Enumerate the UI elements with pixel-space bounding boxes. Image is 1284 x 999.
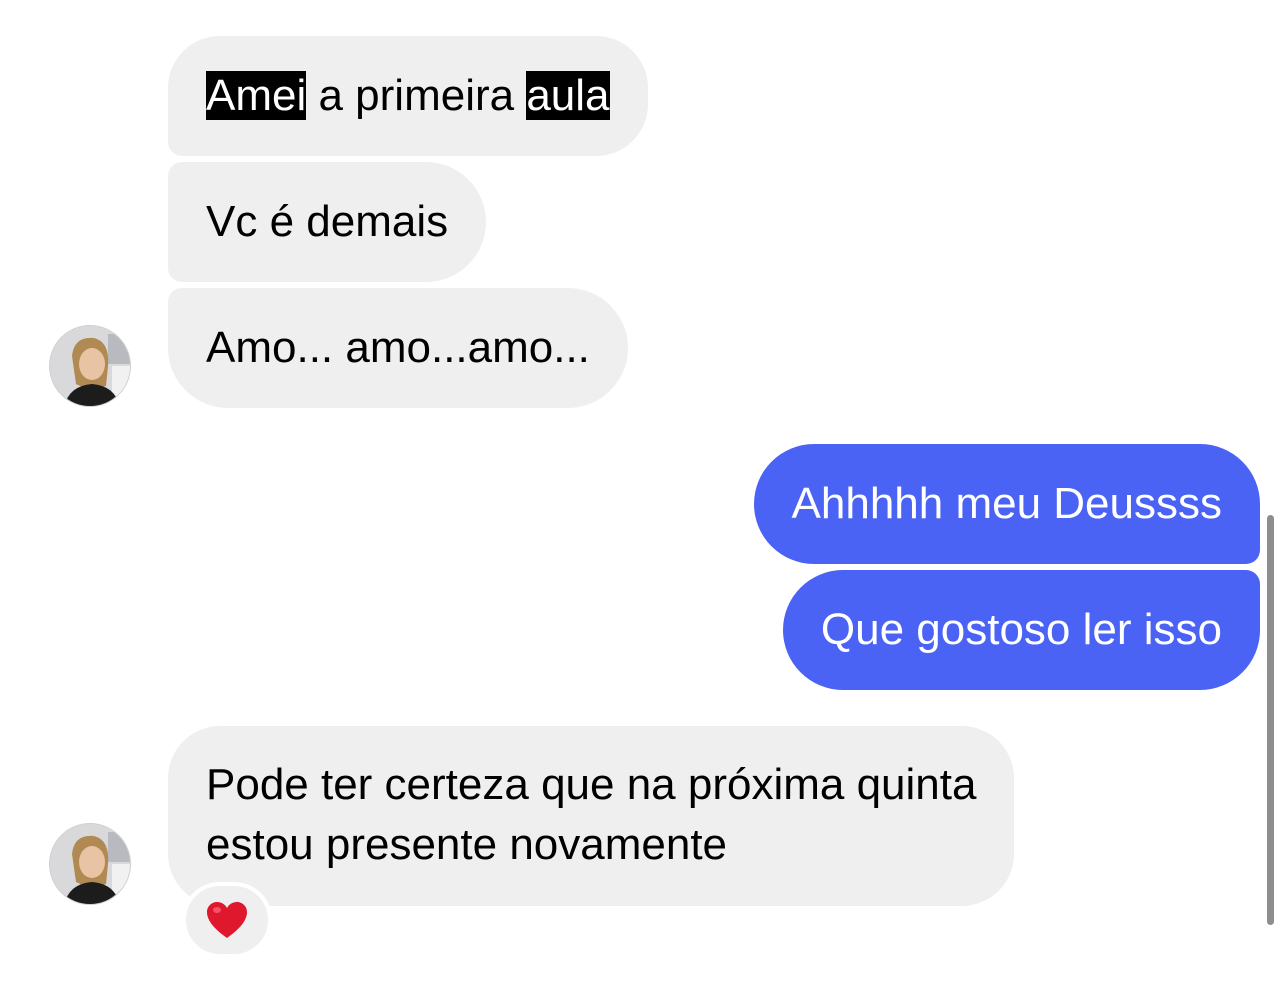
outgoing-message[interactable]: Ahhhhh meu Deussss (753, 444, 1260, 564)
reaction-badge[interactable] (182, 882, 272, 958)
incoming-message[interactable]: Pode ter certeza que na próxima quinta e… (168, 726, 1015, 906)
avatar[interactable] (49, 823, 131, 905)
highlighted-word: Amei (206, 71, 307, 120)
avatar-photo-icon (50, 326, 130, 406)
chat-thread: Amei a primeira aula Vc é demais Amo... … (0, 0, 1284, 999)
message-text: Vc é demais (206, 197, 449, 246)
message-text: Amo... amo...amo... (206, 323, 590, 372)
incoming-message[interactable]: Amo... amo...amo... (168, 288, 628, 408)
message-text-line: Pode ter certeza que na próxima quinta (206, 760, 977, 809)
outgoing-message[interactable]: Que gostoso ler isso (782, 570, 1260, 690)
avatar-photo-icon (50, 824, 130, 904)
message-text-line: estou presente novamente (206, 820, 728, 869)
incoming-message[interactable]: Vc é demais (168, 162, 487, 282)
avatar[interactable] (49, 325, 131, 407)
scrollbar[interactable] (1267, 515, 1274, 925)
message-text: Que gostoso ler isso (820, 605, 1222, 654)
highlighted-word: aula (526, 71, 610, 120)
message-text: a primeira (306, 71, 527, 120)
incoming-message[interactable]: Amei a primeira aula (168, 36, 648, 156)
message-text: Ahhhhh meu Deussss (791, 479, 1222, 528)
heart-icon (207, 902, 247, 938)
